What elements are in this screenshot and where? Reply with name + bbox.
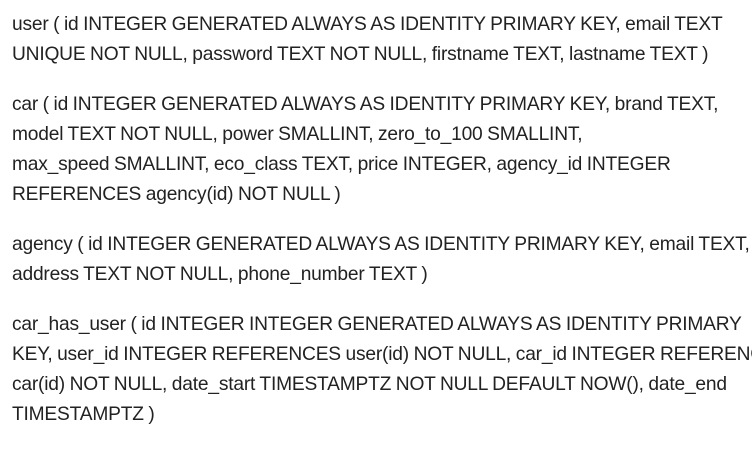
car-table-definition: car ( id INTEGER GENERATED ALWAYS AS IDE…: [12, 90, 752, 210]
agency-table-definition: agency ( id INTEGER GENERATED ALWAYS AS …: [12, 230, 752, 290]
text-line: UNIQUE NOT NULL, password TEXT NOT NULL,…: [12, 44, 709, 65]
text-line: model TEXT NOT NULL, power SMALLINT, zer…: [12, 124, 583, 145]
text-line: car(id) NOT NULL, date_start TIMESTAMPTZ…: [12, 374, 727, 395]
text-line: KEY, user_id INTEGER REFERENCES user(id)…: [12, 344, 752, 365]
text-line: REFERENCES agency(id) NOT NULL ): [12, 184, 341, 205]
text-line: agency ( id INTEGER GENERATED ALWAYS AS …: [12, 234, 750, 255]
text-line: car_has_user ( id INTEGER INTEGER GENERA…: [12, 314, 742, 335]
text-line: max_speed SMALLINT, eco_class TEXT, pric…: [12, 154, 671, 175]
text-line: address TEXT NOT NULL, phone_number TEXT…: [12, 264, 428, 285]
text-line: TIMESTAMPTZ ): [12, 404, 155, 425]
car-has-user-table-definition: car_has_user ( id INTEGER INTEGER GENERA…: [12, 310, 752, 430]
user-table-definition: user ( id INTEGER GENERATED ALWAYS AS ID…: [12, 10, 752, 70]
text-line: user ( id INTEGER GENERATED ALWAYS AS ID…: [12, 14, 723, 35]
schema-document: user ( id INTEGER GENERATED ALWAYS AS ID…: [0, 0, 752, 449]
text-line: car ( id INTEGER GENERATED ALWAYS AS IDE…: [12, 94, 719, 115]
